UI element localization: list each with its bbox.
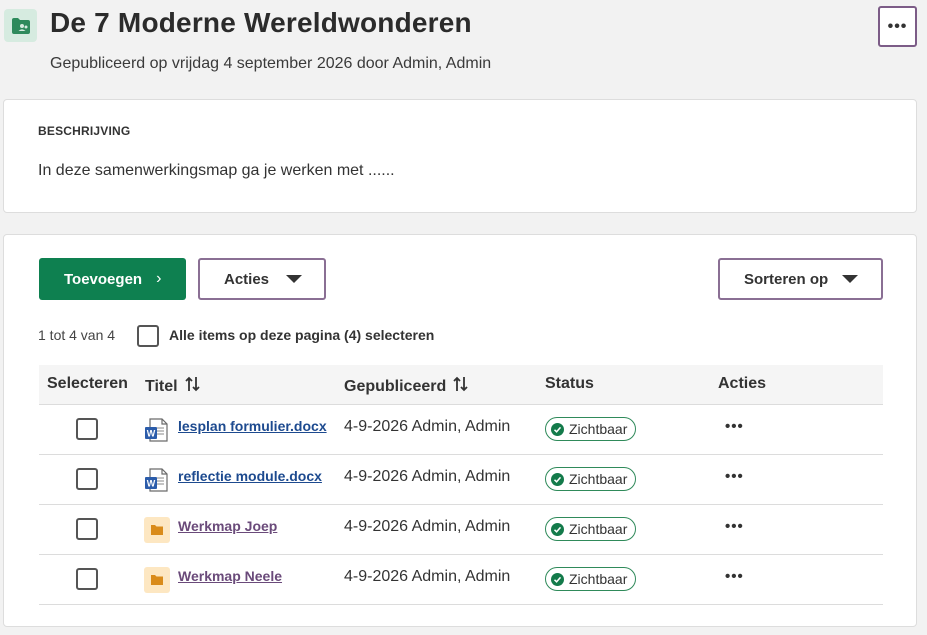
column-label: Titel [145,377,178,395]
svg-text:W: W [147,429,156,439]
published-info: 4-9-2026 Admin, Admin [344,568,511,585]
column-label: Gepubliceerd [344,377,447,395]
status-label: Zichtbaar [569,421,628,437]
description-card: BESCHRIJVING In deze samenwerkingsmap ga… [3,99,917,213]
svg-text:W: W [147,479,156,489]
published-info: 4-9-2026 Admin, Admin [344,418,511,435]
folder-icon [144,567,170,593]
folder-icon [144,517,170,543]
item-count: 1 tot 4 van 4 [38,327,116,343]
column-label: Acties [718,375,767,392]
published-info: 4-9-2026 Admin, Admin [344,518,511,535]
word-document-icon: W [144,417,170,443]
status-label: Zichtbaar [569,471,628,487]
file-link[interactable]: reflectie module.docx [178,468,322,484]
status-label: Zichtbaar [569,521,628,537]
items-card: Toevoegen › Acties Sorteren op 1 tot 4 v… [3,234,917,627]
column-header-actions: Acties [718,375,766,393]
select-all-label[interactable]: Alle items op deze pagina (4) selecteren [169,327,434,343]
sort-button-label: Sorteren op [744,270,829,288]
folder-link[interactable]: Werkmap Joep [178,518,277,534]
add-button-label: Toevoegen [64,270,143,288]
chevron-right-icon: › [156,270,162,287]
description-text: In deze samenwerkingsmap ga je werken me… [38,162,395,179]
actions-dropdown-button[interactable]: Acties [198,258,326,300]
row-select-checkbox[interactable] [76,518,98,540]
sort-arrows-icon[interactable] [452,375,470,398]
sort-dropdown-button[interactable]: Sorteren op [718,258,883,300]
items-table: Selecteren Titel Gepubliceerd Status Act… [39,365,883,605]
check-circle-icon [551,522,564,536]
publication-info: Gepubliceerd op vrijdag 4 september 2026… [50,55,492,72]
table-row: Werkmap Neele 4-9-2026 Admin, Admin Zich… [39,555,883,605]
status-badge: Zichtbaar [545,517,637,541]
select-all-checkbox[interactable] [137,325,159,347]
row-select-checkbox[interactable] [76,468,98,490]
file-link[interactable]: lesplan formulier.docx [178,418,327,434]
row-select-checkbox[interactable] [76,568,98,590]
status-badge: Zichtbaar [545,567,637,591]
column-header-published[interactable]: Gepubliceerd [344,375,470,398]
table-row: W reflectie module.docx 4-9-2026 Admin, … [39,455,883,505]
sort-arrows-icon[interactable] [184,375,202,398]
check-circle-icon [551,472,564,486]
page-header: De 7 Moderne Wereldwonderen Gepubliceerd… [0,0,927,90]
table-row: W lesplan formulier.docx 4-9-2026 Admin,… [39,405,883,455]
check-circle-icon [551,422,564,436]
column-header-select: Selecteren [47,375,128,393]
row-select-checkbox[interactable] [76,418,98,440]
row-actions-button[interactable]: ••• [725,468,744,485]
check-circle-icon [551,572,564,586]
status-badge: Zichtbaar [545,417,637,441]
more-options-button[interactable]: ••• [878,6,917,47]
row-actions-button[interactable]: ••• [725,518,744,535]
caret-down-icon [842,275,858,283]
folder-link[interactable]: Werkmap Neele [178,568,282,584]
word-document-icon: W [144,467,170,493]
column-label: Status [545,375,594,392]
column-header-status: Status [545,375,594,393]
actions-button-label: Acties [224,270,270,288]
description-label: BESCHRIJVING [38,124,131,138]
published-info: 4-9-2026 Admin, Admin [344,468,511,485]
row-actions-button[interactable]: ••• [725,418,744,435]
page-title: De 7 Moderne Wereldwonderen [50,7,472,38]
column-header-title[interactable]: Titel [145,375,202,398]
column-label: Selecteren [47,375,128,392]
status-badge: Zichtbaar [545,467,637,491]
add-button[interactable]: Toevoegen › [39,258,186,300]
table-row: Werkmap Joep 4-9-2026 Admin, Admin Zicht… [39,505,883,555]
row-actions-button[interactable]: ••• [725,568,744,585]
status-label: Zichtbaar [569,571,628,587]
shared-folder-icon [4,9,37,42]
caret-down-icon [286,275,302,283]
table-header: Selecteren Titel Gepubliceerd Status Act… [39,365,883,405]
